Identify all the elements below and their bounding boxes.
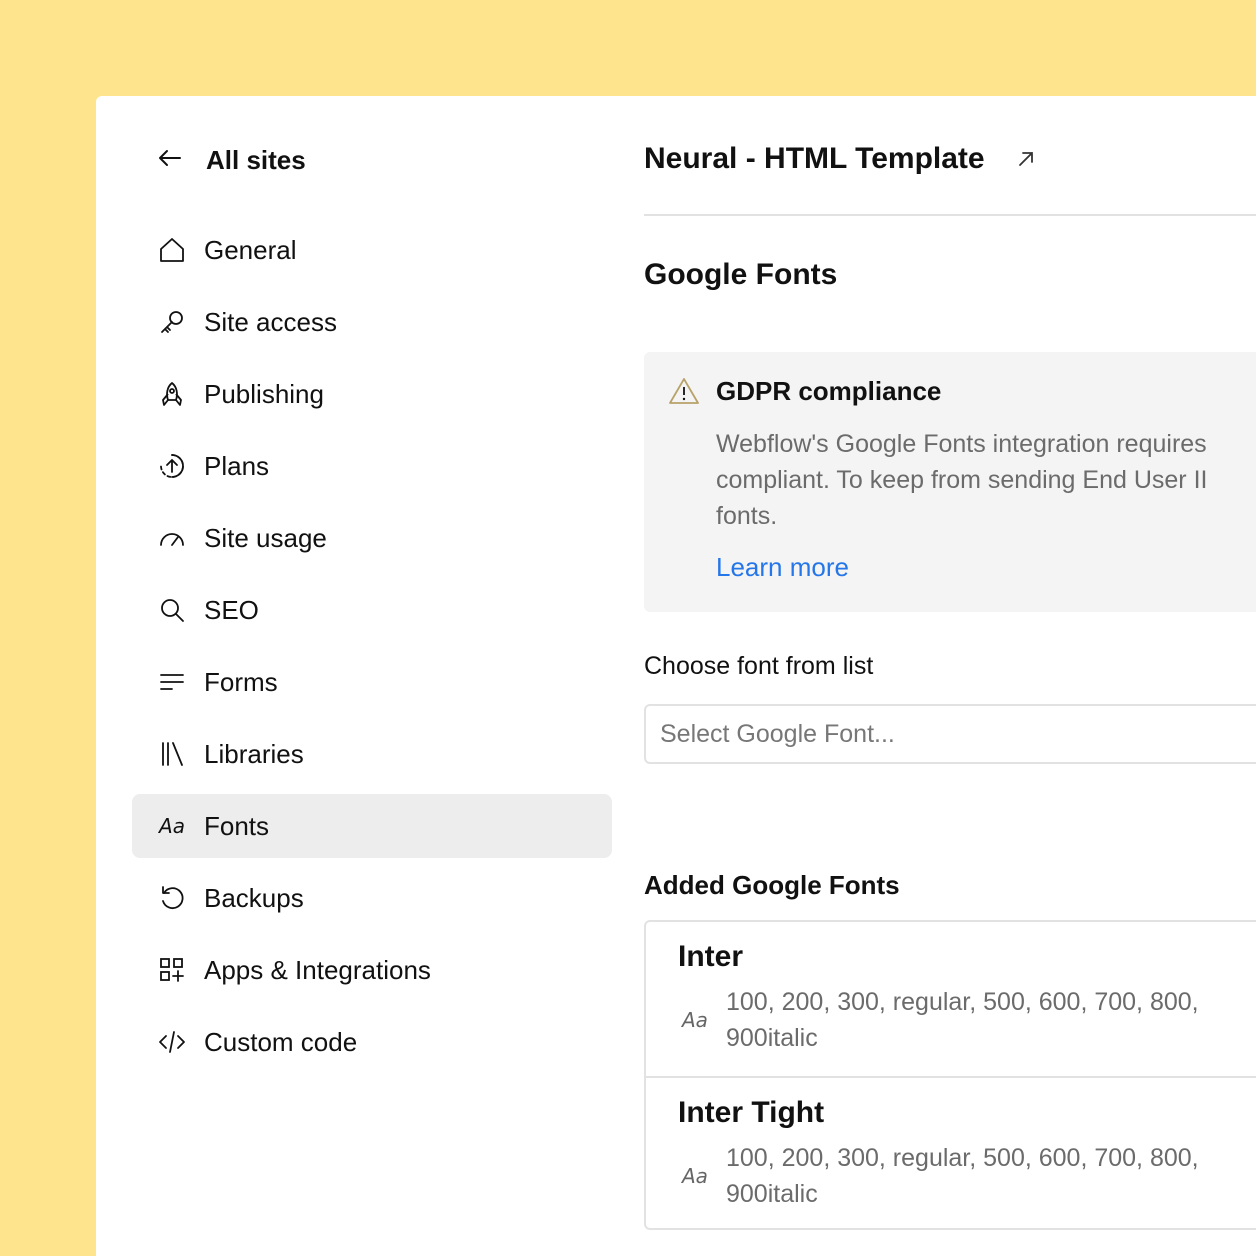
font-icon: Aa (682, 1164, 708, 1188)
gauge-icon (158, 524, 186, 552)
apps-icon (158, 956, 186, 984)
font-name: Inter Tight (678, 1096, 825, 1129)
sidebar-item-fonts[interactable]: Aa Fonts (132, 794, 612, 858)
google-font-select[interactable]: Select Google Font... (644, 704, 1256, 764)
font-icon: Aa (159, 814, 185, 838)
page-header: Neural - HTML Template (644, 134, 1256, 184)
gdpr-notice: GDPR compliance Webflow's Google Fonts i… (644, 352, 1256, 612)
sidebar-item-label: Fonts (204, 810, 270, 841)
sidebar-item-label: Custom code (204, 1026, 358, 1057)
sidebar-item-site-usage[interactable]: Site usage (132, 506, 612, 570)
sidebar-item-label: Site usage (204, 522, 327, 553)
sidebar-item-label: Plans (204, 450, 270, 481)
header-divider (644, 214, 1256, 216)
font-icon: Aa (682, 1008, 708, 1032)
section-title: Google Fonts (644, 258, 838, 291)
learn-more-link[interactable]: Learn more (716, 552, 849, 583)
sidebar-item-label: General (204, 234, 297, 265)
sidebar-item-label: SEO (204, 594, 259, 625)
all-sites-label: All sites (206, 144, 306, 175)
added-fonts-list: Inter Aa 100, 200, 300, regular, 500, 60… (644, 920, 1256, 1230)
sidebar-item-label: Libraries (204, 738, 304, 769)
settings-window: All sites General Site access Publishing (96, 96, 1256, 1256)
sidebar-item-label: Apps & Integrations (204, 954, 431, 985)
history-icon (158, 884, 186, 912)
font-weights-line: 100, 200, 300, regular, 500, 600, 700, 8… (726, 988, 1199, 1016)
notice-line: Webflow's Google Fonts integration requi… (716, 430, 1207, 458)
arrow-left-icon (156, 144, 184, 177)
select-placeholder: Select Google Font... (660, 719, 895, 748)
sidebar-item-label: Backups (204, 882, 304, 913)
lines-icon (158, 668, 186, 696)
all-sites-back-link[interactable]: All sites (156, 140, 306, 180)
warning-icon (668, 376, 700, 406)
sidebar-item-forms[interactable]: Forms (132, 650, 612, 714)
list-item[interactable]: Inter Tight Aa 100, 200, 300, regular, 5… (646, 1076, 1256, 1228)
settings-nav: General Site access Publishing Plans Sit… (132, 218, 612, 1082)
sidebar-item-label: Site access (204, 306, 337, 337)
sidebar-item-apps-integrations[interactable]: Apps & Integrations (132, 938, 612, 1002)
search-icon (158, 596, 186, 624)
sidebar-item-publishing[interactable]: Publishing (132, 362, 612, 426)
font-name: Inter (678, 940, 744, 973)
main-content: Neural - HTML Template Google Fonts GDPR… (644, 96, 1256, 1256)
notice-title: GDPR compliance (716, 376, 942, 406)
list-item[interactable]: Inter Aa 100, 200, 300, regular, 500, 60… (646, 922, 1256, 1076)
library-icon (158, 740, 186, 768)
home-icon (158, 236, 186, 264)
font-weights: 100, 200, 300, regular, 500, 600, 700, 8… (726, 984, 1256, 1056)
sidebar-item-libraries[interactable]: Libraries (132, 722, 612, 786)
sidebar-item-site-access[interactable]: Site access (132, 290, 612, 354)
added-fonts-title: Added Google Fonts (644, 870, 900, 900)
code-icon (158, 1028, 186, 1056)
sidebar-item-label: Publishing (204, 378, 324, 409)
upgrade-icon (158, 452, 186, 480)
sidebar-item-general[interactable]: General (132, 218, 612, 282)
sidebar-item-label: Forms (204, 666, 278, 697)
notice-line: compliant. To keep from sending End User… (716, 466, 1208, 494)
font-weights-line: 900italic (726, 1180, 818, 1208)
sidebar-item-seo[interactable]: SEO (132, 578, 612, 642)
sidebar: All sites General Site access Publishing (96, 96, 636, 1256)
site-title: Neural - HTML Template (644, 142, 985, 175)
notice-line: fonts. (716, 502, 778, 530)
choose-font-label: Choose font from list (644, 652, 874, 680)
font-weights-line: 100, 200, 300, regular, 500, 600, 700, 8… (726, 1144, 1199, 1172)
key-icon (158, 308, 186, 336)
rocket-icon (158, 380, 186, 408)
font-weights-line: 900italic (726, 1024, 818, 1052)
external-link-icon[interactable] (1015, 148, 1037, 170)
font-weights: 100, 200, 300, regular, 500, 600, 700, 8… (726, 1140, 1256, 1212)
notice-body: Webflow's Google Fonts integration requi… (716, 426, 1256, 534)
sidebar-item-plans[interactable]: Plans (132, 434, 612, 498)
sidebar-item-backups[interactable]: Backups (132, 866, 612, 930)
sidebar-item-custom-code[interactable]: Custom code (132, 1010, 612, 1074)
